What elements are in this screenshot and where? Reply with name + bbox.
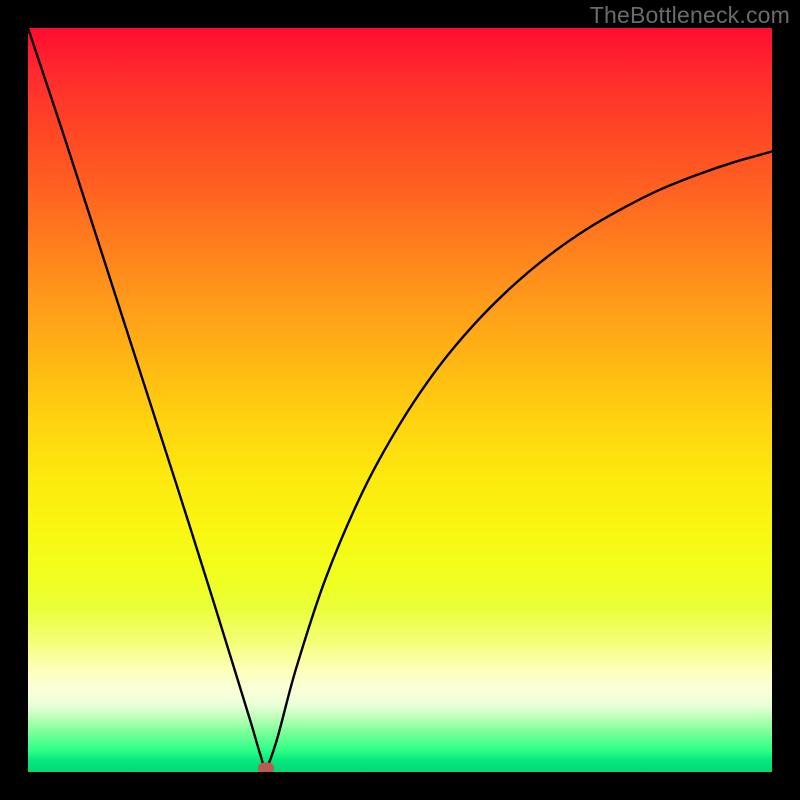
chart-frame: TheBottleneck.com bbox=[0, 0, 800, 800]
watermark-label: TheBottleneck.com bbox=[590, 2, 790, 29]
bottleneck-curve bbox=[28, 28, 772, 772]
plot-area bbox=[28, 28, 772, 772]
optimal-marker-icon bbox=[258, 763, 274, 772]
